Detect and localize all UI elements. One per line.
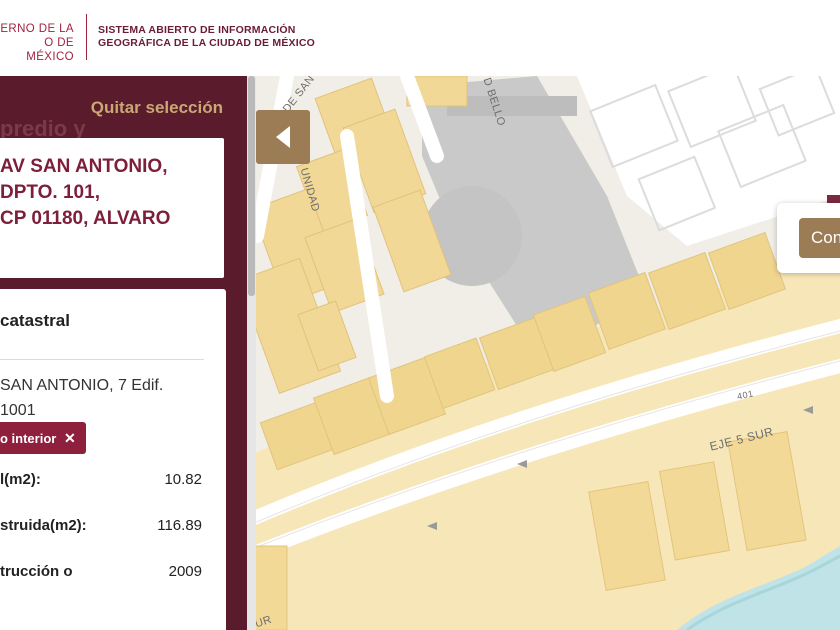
gov-logo[interactable]: ERNO DE LA O DE MÉXICO — [0, 22, 74, 64]
gov-logo-line1: ERNO DE LA — [0, 23, 74, 35]
info-sidebar: Quitar selección predio y AV SAN ANTONIO… — [0, 76, 247, 630]
cadastral-heading: catastral — [0, 311, 70, 330]
row-label: trucción o — [0, 563, 73, 580]
cadastral-address: SAN ANTONIO, 7 Edif. 1001 — [0, 377, 164, 419]
header: ERNO DE LA O DE MÉXICO SISTEMA ABIERTO D… — [0, 0, 840, 76]
row-label: l(m2): — [0, 471, 41, 488]
header-divider — [86, 14, 87, 60]
row-label: struida(m2): — [0, 517, 87, 534]
row-value: 10.82 — [164, 471, 202, 488]
close-icon[interactable]: ✕ — [64, 430, 76, 446]
cadastral-info-card: catastral SAN ANTONIO, 7 Edif. 1001 o in… — [0, 289, 226, 630]
map-tiles — [247, 76, 840, 630]
clear-selection-button[interactable]: Quitar selección — [91, 98, 223, 118]
row-value: 116.89 — [157, 517, 202, 534]
map-canvas[interactable]: EJE 5 SUR 401 UNIDAD DE SAN D BELLO UR — [247, 76, 840, 630]
map-popup: Con — [777, 203, 840, 273]
popup-action-button[interactable]: Con — [799, 218, 840, 258]
interior-filter-chip[interactable]: o interior ✕ — [0, 422, 86, 454]
gov-logo-line2: O DE MÉXICO — [26, 37, 74, 63]
system-title-line2: GEOGRÁFICA DE LA CIUDAD DE MÉXICO — [98, 37, 315, 49]
info-divider — [0, 359, 204, 360]
scrollbar-thumb[interactable] — [248, 76, 255, 296]
system-title-line1: SISTEMA ABIERTO DE INFORMACIÓN — [98, 24, 296, 36]
selected-address: AV SAN ANTONIO, DPTO. 101, CP 01180, ALV… — [0, 156, 171, 229]
sidebar-scrollbar[interactable] — [247, 76, 256, 630]
row-value: 2009 — [168, 563, 202, 580]
system-title: SISTEMA ABIERTO DE INFORMACIÓN GEOGRÁFIC… — [98, 24, 315, 50]
chip-label: o interior — [0, 431, 57, 446]
chevron-left-icon — [276, 126, 290, 148]
address-card: AV SAN ANTONIO, DPTO. 101, CP 01180, ALV… — [0, 138, 224, 278]
collapse-sidebar-button[interactable] — [256, 110, 310, 164]
